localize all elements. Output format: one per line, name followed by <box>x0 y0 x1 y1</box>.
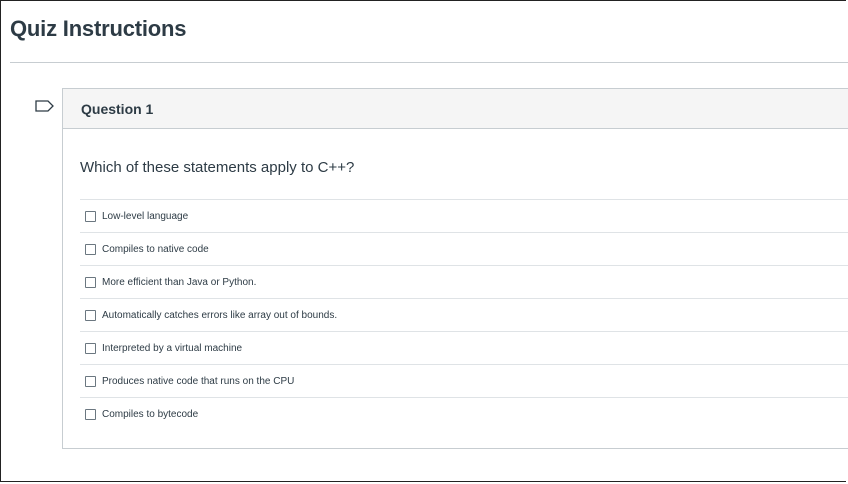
answer-label: Compiles to native code <box>102 243 209 255</box>
answer-option[interactable]: Automatically catches errors like array … <box>80 298 848 331</box>
answer-option[interactable]: More efficient than Java or Python. <box>80 265 848 298</box>
flag-question-icon[interactable] <box>35 100 55 112</box>
answer-label: More efficient than Java or Python. <box>102 276 257 288</box>
answer-label: Compiles to bytecode <box>102 408 199 420</box>
question-name: Question 1 <box>81 101 154 117</box>
question-text: Which of these statements apply to C++? <box>80 159 355 176</box>
answer-label: Automatically catches errors like array … <box>102 309 338 321</box>
answer-checkbox[interactable] <box>85 210 96 222</box>
answer-option[interactable]: Interpreted by a virtual machine <box>80 331 848 364</box>
question-header: Question 1 <box>63 89 848 129</box>
answer-checkbox[interactable] <box>85 243 96 255</box>
answer-label: Interpreted by a virtual machine <box>102 342 243 354</box>
answer-list: Low-level language Compiles to native co… <box>80 199 848 430</box>
answer-option[interactable]: Compiles to native code <box>80 232 848 265</box>
answer-checkbox[interactable] <box>85 309 96 321</box>
answer-checkbox[interactable] <box>85 342 96 354</box>
answer-option[interactable]: Compiles to bytecode <box>80 397 848 430</box>
answer-label: Low-level language <box>102 210 189 222</box>
page-title: Quiz Instructions <box>10 16 187 41</box>
answer-option[interactable]: Produces native code that runs on the CP… <box>80 364 848 397</box>
answer-option[interactable]: Low-level language <box>80 199 848 232</box>
answer-checkbox[interactable] <box>85 375 96 387</box>
question-card: Question 1 Which of these statements app… <box>62 88 848 449</box>
answer-checkbox[interactable] <box>85 276 96 288</box>
page-frame: Quiz Instructions Question 1 Which of th… <box>0 0 848 482</box>
title-divider <box>10 62 848 63</box>
answer-checkbox[interactable] <box>85 408 96 420</box>
answer-label: Produces native code that runs on the CP… <box>102 375 295 387</box>
